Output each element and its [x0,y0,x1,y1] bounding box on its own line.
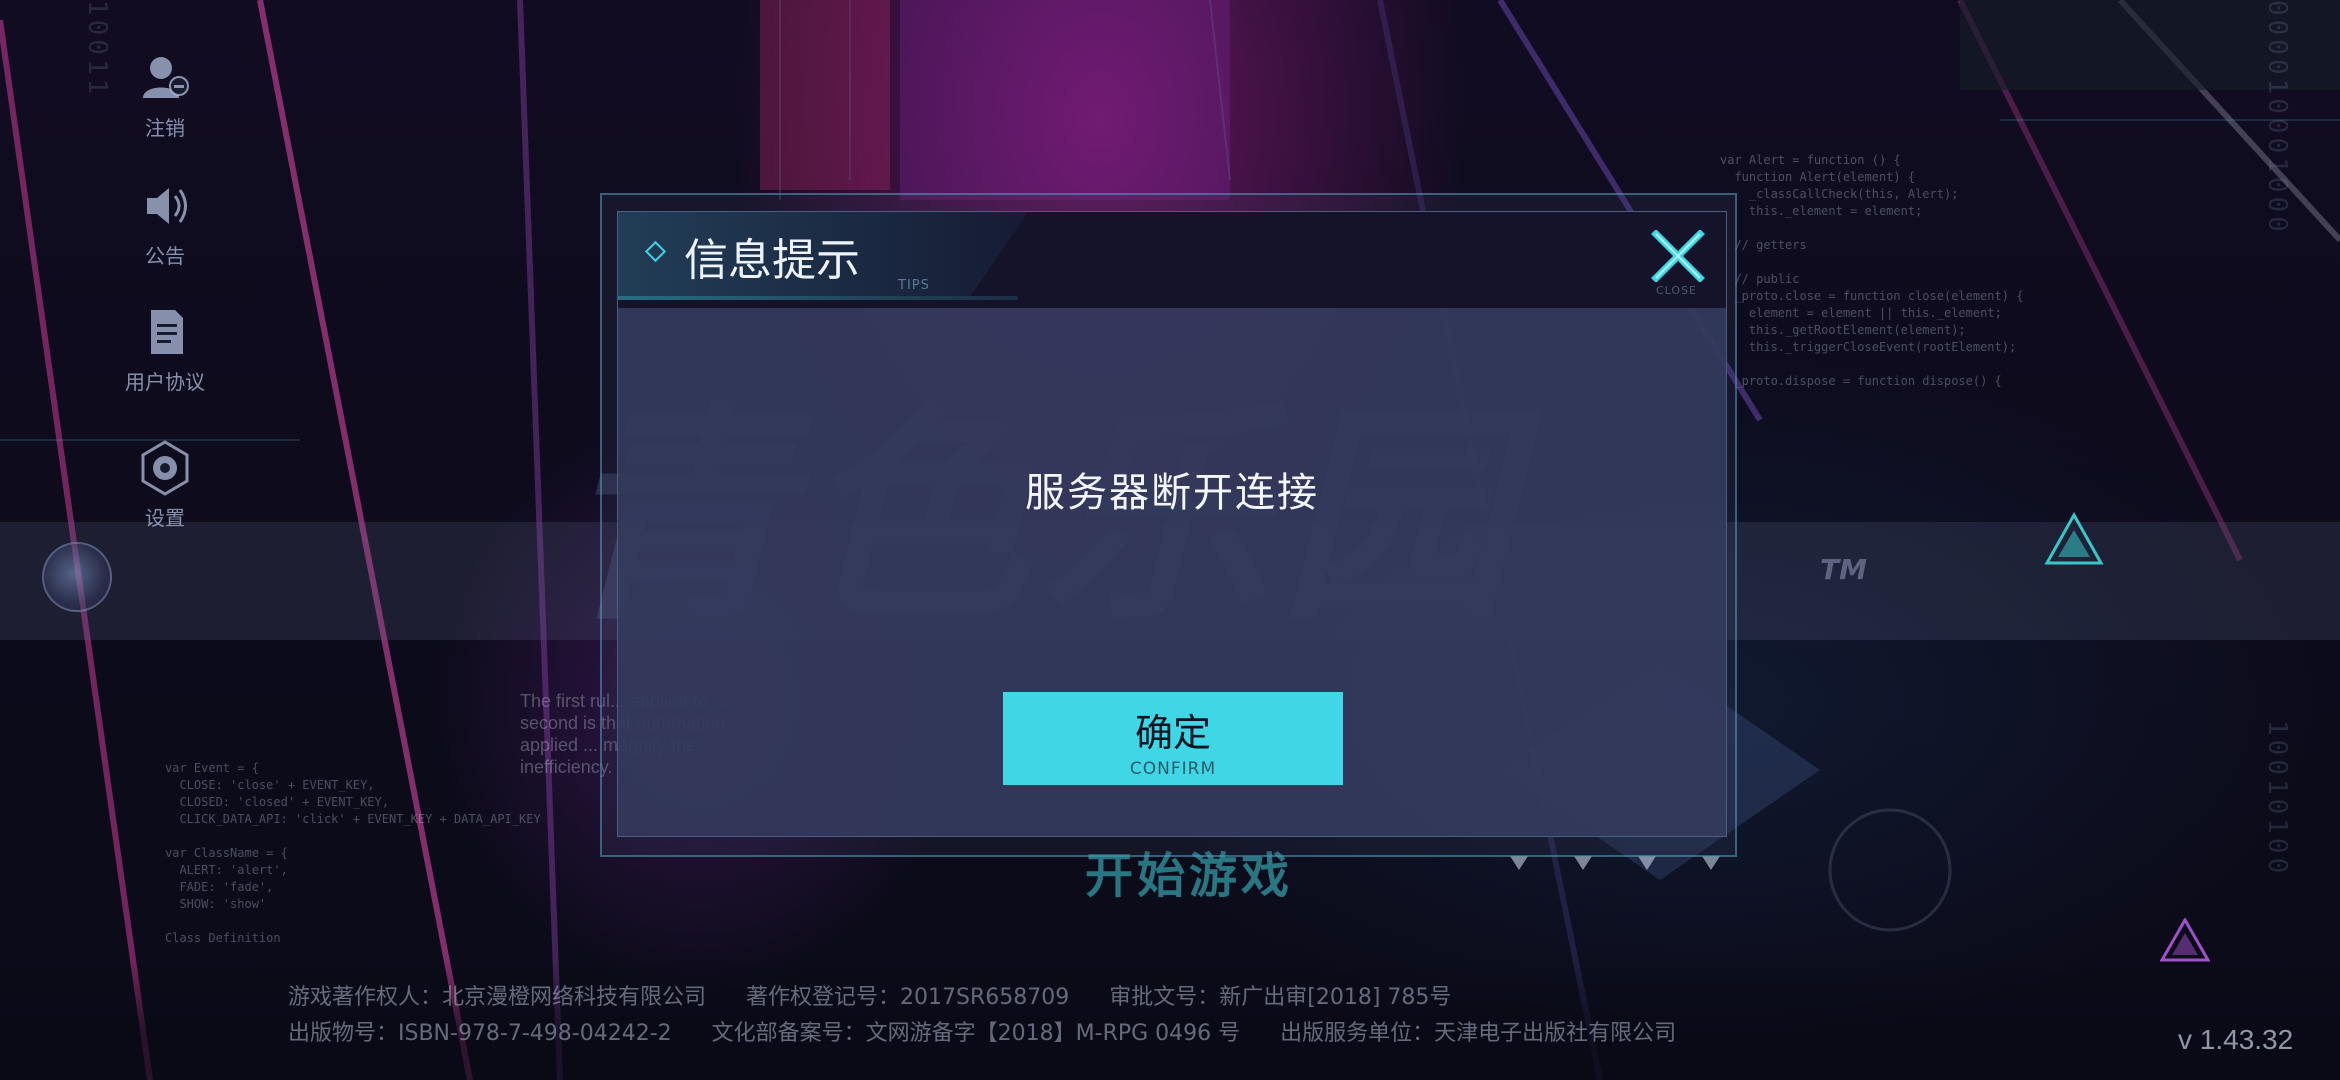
down-triangle-icon [1574,856,1592,870]
dialog-message: 服务器断开连接 [1025,470,1319,516]
culture-record-number: 文化部备案号：文网游备字【2018】M-RPG 0496 号 [711,1021,1241,1046]
triangle-icon [2160,918,2210,962]
publisher: 出版服务单位：天津电子出版社有限公司 [1280,1021,1677,1046]
dialog-header: 信息提示 TIPS CLOSE [618,212,1726,308]
approval-number: 审批文号：新广出审[2018] 785号 [1109,985,1452,1010]
close-button[interactable]: CLOSE [1642,226,1712,300]
binary-column-left: 10011 [82,0,112,99]
binary-column-right-2: 10010100 [2262,720,2292,878]
close-icon [1651,230,1705,282]
info-dialog: 信息提示 TIPS CLOSE 服务器断开连接 确定 CONFIRM [617,211,1727,837]
confirm-sublabel: CONFIRM [1129,759,1217,779]
copyright-holder: 游戏著作权人：北京漫橙网络科技有限公司 [288,985,707,1010]
triangle-icon [2044,512,2104,565]
sidebar-item-settings[interactable]: 设置 [110,438,220,531]
dialog-title-underline [618,296,1018,300]
server-indicator-row [1510,855,1766,874]
sidebar-item-announcement[interactable]: 公告 [110,176,220,269]
footer-info: 游戏著作权人：北京漫橙网络科技有限公司 著作权登记号：2017SR658709 审批… [288,980,1716,1052]
version-label: v 1.43.32 [2178,1024,2294,1055]
sidebar-item-user-agreement[interactable]: 用户协议 [110,302,220,395]
binary-column-right: 000010001000 [2262,0,2292,236]
close-caption: CLOSE [1656,284,1698,297]
sidebar-item-label: 设置 [145,506,185,530]
down-triangle-icon [1638,856,1656,870]
sidebar-item-logout[interactable]: 注销 [110,48,220,141]
down-triangle-icon [1510,856,1528,870]
trademark-mark: TM [1820,553,1867,586]
copyright-registration: 著作权登记号：2017SR658709 [746,985,1070,1010]
down-triangle-icon [1702,856,1720,870]
logout-user-icon [135,48,195,108]
confirm-label: 确定 [1134,711,1211,755]
game-screen: 10011 000010001000 10010100 var Alert = … [0,0,2340,1080]
publication-number: 出版物号：ISBN-978-7-498-04242-2 [288,1021,672,1046]
gear-icon [135,438,195,498]
sidebar-item-label: 注销 [145,116,185,140]
document-icon [135,302,195,362]
dialog-title: 信息提示 [684,235,860,286]
sidebar-item-label: 公告 [145,244,185,268]
confirm-button[interactable]: 确定 CONFIRM [1003,692,1343,785]
speaker-icon [135,176,195,236]
code-snippet-left: var Event = { CLOSE: 'close' + EVENT_KEY… [165,761,541,945]
sidebar-item-label: 用户协议 [125,370,205,394]
tips-tag: TIPS [898,278,930,293]
avatar[interactable] [42,542,112,612]
